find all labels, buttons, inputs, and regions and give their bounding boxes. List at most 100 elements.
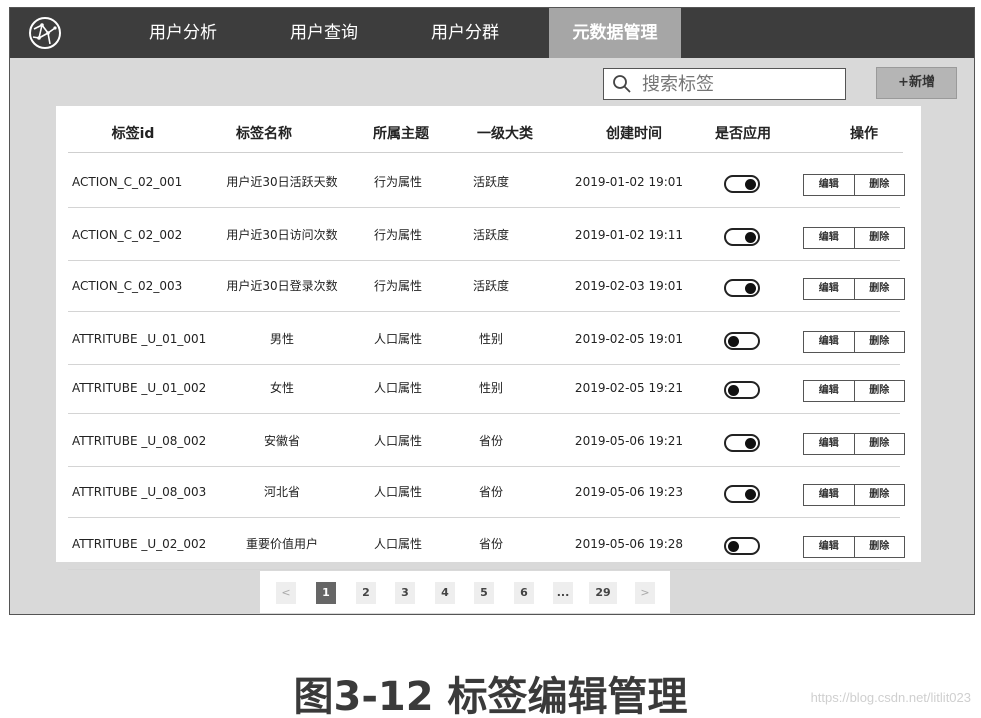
page-button[interactable]: 6 bbox=[514, 582, 534, 604]
globe-network-icon[interactable] bbox=[28, 16, 62, 50]
cell-tag-name: 用户近30日访问次数 bbox=[226, 228, 338, 242]
row-actions: 编辑 删除 bbox=[803, 536, 905, 558]
cell-tag-name: 安徽省 bbox=[263, 434, 301, 448]
edit-button[interactable]: 编辑 bbox=[804, 332, 854, 352]
cell-category: 性别 bbox=[478, 332, 504, 346]
page-button[interactable]: 2 bbox=[356, 582, 376, 604]
toggle-knob bbox=[745, 283, 756, 294]
applied-toggle[interactable] bbox=[724, 381, 760, 399]
row-actions: 编辑 删除 bbox=[803, 484, 905, 506]
row-actions: 编辑 删除 bbox=[803, 433, 905, 455]
toggle-knob bbox=[745, 438, 756, 449]
delete-button[interactable]: 删除 bbox=[853, 537, 905, 557]
page-button[interactable]: 1 bbox=[316, 582, 336, 604]
cell-category: 性别 bbox=[478, 381, 504, 395]
edit-button[interactable]: 编辑 bbox=[804, 381, 854, 401]
delete-button[interactable]: 删除 bbox=[853, 332, 905, 352]
cell-theme: 行为属性 bbox=[373, 228, 423, 242]
page-button[interactable]: 4 bbox=[435, 582, 455, 604]
delete-button[interactable]: 删除 bbox=[853, 175, 905, 195]
cell-tag-name: 河北省 bbox=[263, 485, 301, 499]
toggle-knob bbox=[745, 179, 756, 190]
cell-tag-id: ACTION_C_02_001 bbox=[72, 175, 183, 189]
app-window: 用户分析 用户查询 用户分群 元数据管理 +新增 标签id 标签名称 所属主题 … bbox=[9, 7, 975, 615]
nav-tab-user-analysis[interactable]: 用户分析 bbox=[123, 8, 243, 58]
cell-tag-name: 用户近30日登录次数 bbox=[226, 279, 338, 293]
page-button[interactable]: 3 bbox=[395, 582, 415, 604]
edit-button[interactable]: 编辑 bbox=[804, 175, 854, 195]
cell-tag-name: 用户近30日活跃天数 bbox=[226, 175, 338, 189]
toggle-knob bbox=[728, 541, 739, 552]
table-row: ATTRITUBE _U_08_003 河北省 人口属性 省份 2019-05-… bbox=[68, 466, 905, 518]
applied-toggle[interactable] bbox=[724, 485, 760, 503]
delete-button[interactable]: 删除 bbox=[853, 228, 905, 248]
tag-search-box[interactable] bbox=[603, 68, 846, 100]
cell-category: 省份 bbox=[478, 537, 504, 551]
applied-toggle[interactable] bbox=[724, 537, 760, 555]
table-row: ACTION_C_02_003 用户近30日登录次数 行为属性 活跃度 2019… bbox=[68, 260, 905, 312]
prev-page-button[interactable]: < bbox=[276, 582, 296, 604]
header-divider bbox=[68, 152, 903, 153]
table-row: ATTRITUBE _U_01_001 男性 人口属性 性别 2019-02-0… bbox=[68, 313, 905, 365]
cell-category: 省份 bbox=[478, 485, 504, 499]
cell-theme: 人口属性 bbox=[373, 485, 423, 499]
applied-toggle[interactable] bbox=[724, 434, 760, 452]
cell-theme: 人口属性 bbox=[373, 537, 423, 551]
column-header-created-time: 创建时间 bbox=[606, 126, 662, 142]
toggle-knob bbox=[728, 336, 739, 347]
row-actions: 编辑 删除 bbox=[803, 380, 905, 402]
watermark: https://blog.csdn.net/litlit023 bbox=[810, 690, 971, 705]
edit-button[interactable]: 编辑 bbox=[804, 537, 854, 557]
toggle-knob bbox=[728, 385, 739, 396]
cell-created-time: 2019-05-06 19:28 bbox=[574, 537, 684, 551]
next-page-button[interactable]: > bbox=[635, 582, 655, 604]
cell-tag-id: ATTRITUBE _U_01_001 bbox=[72, 332, 207, 346]
edit-button[interactable]: 编辑 bbox=[804, 279, 854, 299]
column-header-tag-id: 标签id bbox=[111, 126, 155, 142]
cell-tag-id: ACTION_C_02_002 bbox=[72, 228, 183, 242]
column-header-category: 一级大类 bbox=[477, 126, 533, 142]
edit-button[interactable]: 编辑 bbox=[804, 434, 854, 454]
cell-tag-name: 男性 bbox=[269, 332, 295, 346]
cell-theme: 行为属性 bbox=[373, 279, 423, 293]
table-row: ACTION_C_02_002 用户近30日访问次数 行为属性 活跃度 2019… bbox=[68, 209, 905, 261]
cell-created-time: 2019-01-02 19:11 bbox=[574, 228, 684, 242]
cell-category: 活跃度 bbox=[472, 279, 510, 293]
delete-button[interactable]: 删除 bbox=[853, 434, 905, 454]
applied-toggle[interactable] bbox=[724, 175, 760, 193]
page-button[interactable]: 5 bbox=[474, 582, 494, 604]
cell-tag-id: ATTRITUBE _U_02_002 bbox=[72, 537, 207, 551]
pagination: < 1 2 3 4 5 6 ... 29 > bbox=[260, 571, 670, 613]
add-tag-button[interactable]: +新增 bbox=[876, 67, 957, 99]
cell-tag-name: 重要价值用户 bbox=[245, 537, 319, 551]
delete-button[interactable]: 删除 bbox=[853, 381, 905, 401]
edit-button[interactable]: 编辑 bbox=[804, 485, 854, 505]
row-actions: 编辑 删除 bbox=[803, 174, 905, 196]
nav-tab-user-query[interactable]: 用户查询 bbox=[264, 8, 384, 58]
search-input[interactable] bbox=[642, 73, 832, 95]
nav-tab-metadata-management[interactable]: 元数据管理 bbox=[549, 8, 681, 58]
table-row: ATTRITUBE _U_08_002 安徽省 人口属性 省份 2019-05-… bbox=[68, 415, 905, 467]
cell-created-time: 2019-02-03 19:01 bbox=[574, 279, 684, 293]
top-navbar: 用户分析 用户查询 用户分群 元数据管理 bbox=[10, 8, 974, 58]
cell-tag-name: 女性 bbox=[269, 381, 295, 395]
delete-button[interactable]: 删除 bbox=[853, 485, 905, 505]
page-button[interactable]: 29 bbox=[589, 582, 617, 604]
applied-toggle[interactable] bbox=[724, 279, 760, 297]
cell-category: 活跃度 bbox=[472, 175, 510, 189]
edit-button[interactable]: 编辑 bbox=[804, 228, 854, 248]
applied-toggle[interactable] bbox=[724, 332, 760, 350]
search-icon bbox=[613, 75, 631, 93]
column-header-actions: 操作 bbox=[850, 126, 878, 142]
toggle-knob bbox=[745, 232, 756, 243]
cell-tag-id: ATTRITUBE _U_08_003 bbox=[72, 485, 207, 499]
table-row: ATTRITUBE _U_01_002 女性 人口属性 性别 2019-02-0… bbox=[68, 362, 905, 414]
cell-theme: 人口属性 bbox=[373, 332, 423, 346]
cell-category: 活跃度 bbox=[472, 228, 510, 242]
nav-tab-user-segmentation[interactable]: 用户分群 bbox=[405, 8, 525, 58]
cell-theme: 行为属性 bbox=[373, 175, 423, 189]
applied-toggle[interactable] bbox=[724, 228, 760, 246]
table-row: ATTRITUBE _U_02_002 重要价值用户 人口属性 省份 2019-… bbox=[68, 518, 905, 570]
delete-button[interactable]: 删除 bbox=[853, 279, 905, 299]
cell-created-time: 2019-02-05 19:21 bbox=[574, 381, 684, 395]
